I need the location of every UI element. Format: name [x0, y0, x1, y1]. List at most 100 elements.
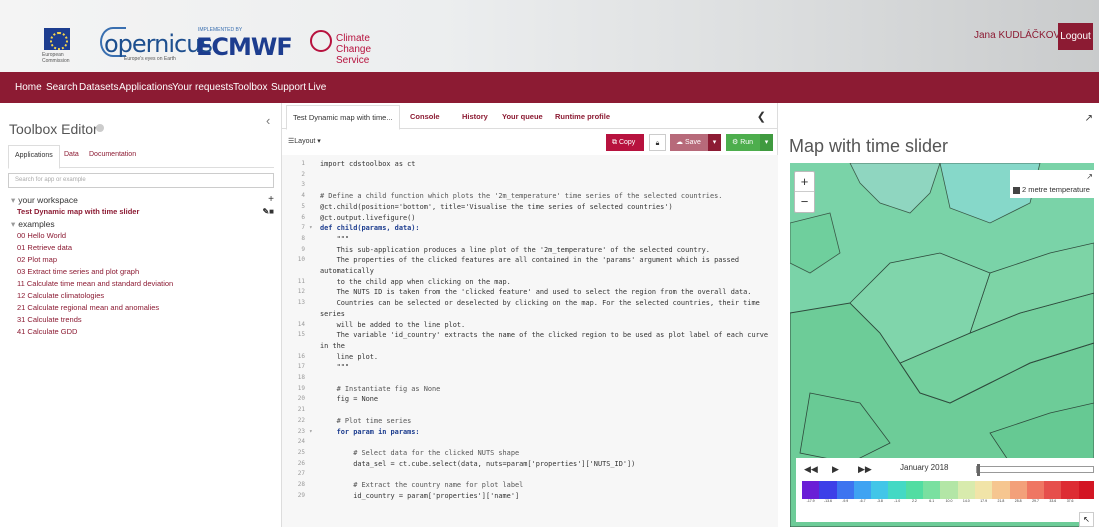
code-line[interactable]: 26 data_sel = ct.cube.select(data, nuts=… — [282, 459, 778, 470]
code-text: def child(params, data): — [320, 224, 420, 233]
example-item[interactable]: 02 Plot map — [8, 254, 274, 266]
code-line[interactable]: 8 """ — [282, 234, 778, 245]
lock-button[interactable]: 🔒︎ — [649, 134, 666, 151]
nav-applications[interactable]: Applications — [119, 82, 173, 93]
c3s-logo-icon — [310, 30, 332, 52]
code-line[interactable]: 9 This sub-application produces a line p… — [282, 245, 778, 256]
code-line[interactable]: 29 id_country = param['properties']['nam… — [282, 491, 778, 502]
copy-button[interactable]: ⧉ Copy — [606, 134, 644, 151]
code-line[interactable]: 7 ▾ def child(params, data): — [282, 223, 778, 234]
code-text: to the child app when clicking on the ma… — [320, 277, 511, 286]
code-line[interactable]: 18 — [282, 373, 778, 384]
colorbar-tick-label: -3.8 — [876, 499, 883, 503]
code-line[interactable]: 2 — [282, 170, 778, 181]
code-line[interactable]: 28 # Extract the country name for plot l… — [282, 480, 778, 491]
tab-your-queue[interactable]: Your queue — [502, 112, 543, 121]
code-line[interactable]: 10 The properties of the clicked feature… — [282, 255, 778, 266]
tab-console[interactable]: Console — [410, 112, 440, 121]
code-line[interactable]: 19 # Instantiate fig as None — [282, 384, 778, 395]
nav-support[interactable]: Support — [271, 82, 306, 93]
code-line[interactable]: 20 fig = None — [282, 394, 778, 405]
nav-toolbox[interactable]: Toolbox — [233, 82, 267, 93]
workspace-item[interactable]: Test Dynamic map with time slider ✎■ — [8, 206, 274, 218]
code-editor[interactable]: 1 import cdstoolbox as ct 2 3 4 # Define a ch… — [282, 155, 778, 527]
play-icon[interactable]: ▶ — [832, 464, 839, 475]
run-button[interactable]: ⚙ Run — [726, 134, 760, 151]
code-line[interactable]: 17 """ — [282, 362, 778, 373]
code-line[interactable]: in the — [282, 341, 778, 352]
tab-current-app[interactable]: Test Dynamic map with time... — [286, 105, 400, 130]
save-options-button[interactable]: ▾ — [708, 134, 721, 151]
example-item[interactable]: 11 Calculate time mean and standard devi… — [8, 278, 274, 290]
nav-your-requests[interactable]: Your requests — [172, 82, 233, 93]
c3s-logo-text[interactable]: Climate Change Service — [336, 33, 406, 66]
code-line[interactable]: 21 — [282, 405, 778, 416]
code-line[interactable]: automatically — [282, 266, 778, 277]
code-line[interactable]: 27 — [282, 469, 778, 480]
example-item[interactable]: 12 Calculate climatologies — [8, 290, 274, 302]
workspace-section[interactable]: ▾ your workspace + — [8, 194, 274, 206]
share-icon[interactable]: ❮ — [757, 110, 766, 123]
tab-history[interactable]: History — [462, 112, 488, 121]
code-line[interactable]: 3 — [282, 180, 778, 191]
code-line[interactable]: 14 will be added to the line plot. — [282, 320, 778, 331]
code-line[interactable]: 22 # Plot time series — [282, 416, 778, 427]
tab-applications[interactable]: Applications — [8, 145, 60, 169]
zoom-out-button[interactable]: − — [795, 192, 814, 212]
line-number: 17 — [297, 363, 305, 371]
tab-data[interactable]: Data — [64, 151, 79, 158]
collapse-map-icon[interactable]: ↖ — [1079, 512, 1094, 527]
save-button[interactable]: ☁ Save — [670, 134, 708, 151]
nav-datasets[interactable]: Datasets — [79, 82, 118, 93]
fold-icon[interactable]: ▾ — [309, 427, 313, 438]
code-line[interactable]: 5 @ct.child(position='bottom', title='Vis… — [282, 202, 778, 213]
run-options-button[interactable]: ▾ — [760, 134, 773, 151]
code-line[interactable]: 11 to the child app when clicking on the… — [282, 277, 778, 288]
nav-home[interactable]: Home — [15, 82, 42, 93]
user-name-link[interactable]: Jana KUDLÁČKOVÁ — [974, 30, 1067, 41]
expand-layers-icon[interactable]: ↗ — [1086, 172, 1093, 181]
add-app-icon[interactable]: + — [268, 194, 274, 206]
example-item[interactable]: 21 Calculate regional mean and anomalies — [8, 302, 274, 314]
fast-forward-icon[interactable]: ▶▶ — [858, 464, 872, 475]
tab-runtime-profile[interactable]: Runtime profile — [555, 112, 610, 121]
fold-icon[interactable]: ▾ — [309, 223, 313, 234]
examples-section[interactable]: ▾ examples — [8, 218, 274, 230]
tab-documentation[interactable]: Documentation — [89, 151, 136, 158]
code-line[interactable]: 25 # Select data for the clicked NUTS sh… — [282, 448, 778, 459]
code-line[interactable]: 13 Countries can be selected or deselect… — [282, 298, 778, 309]
colorbar-tick-label: 14.0 — [962, 499, 970, 503]
code-line[interactable]: 12 The NUTS ID is taken from the 'clicke… — [282, 287, 778, 298]
layer-checkbox[interactable] — [1013, 186, 1020, 194]
code-line[interactable]: 16 line plot. — [282, 352, 778, 363]
example-item[interactable]: 03 Extract time series and plot graph — [8, 266, 274, 278]
nav-search[interactable]: Search — [46, 82, 78, 93]
layout-dropdown[interactable]: ☰Layout ▾ — [288, 137, 321, 145]
code-line[interactable]: 24 — [282, 437, 778, 448]
code-line[interactable]: 4 # Define a child function which plots t… — [282, 191, 778, 202]
code-line[interactable]: 23 ▾ for param in params: — [282, 427, 778, 438]
ecmwf-logo[interactable]: ECMWF — [196, 33, 293, 61]
rewind-icon[interactable]: ◀◀ — [804, 464, 818, 475]
info-icon[interactable] — [96, 124, 104, 132]
example-item[interactable]: 01 Retrieve data — [8, 242, 274, 254]
example-item[interactable]: 00 Hello World — [8, 230, 274, 242]
edit-delete-icons[interactable]: ✎■ — [262, 206, 274, 218]
example-item[interactable]: 41 Calculate GDD — [8, 326, 274, 338]
nav-live[interactable]: Live — [308, 82, 326, 93]
zoom-in-button[interactable]: + — [795, 172, 814, 192]
code-line[interactable]: 15 The variable 'id_country' extracts th… — [282, 330, 778, 341]
app-search-input[interactable]: Search for app or example — [8, 173, 274, 188]
collapse-left-icon[interactable]: ‹ — [266, 113, 270, 128]
expand-icon[interactable]: ↗ — [1085, 113, 1093, 124]
code-line[interactable]: series — [282, 309, 778, 320]
example-item[interactable]: 31 Calculate trends — [8, 314, 274, 326]
temperature-map[interactable]: + − ↗ 2 metre temperature ◀◀ ▶ ▶▶ Januar… — [790, 163, 1094, 527]
code-line[interactable]: 6 @ct.output.livefigure() — [282, 213, 778, 224]
code-line[interactable]: 1 import cdstoolbox as ct — [282, 159, 778, 170]
colorbar-tick-label: -6.7 — [859, 499, 866, 503]
eu-logo-text: European Commission — [42, 52, 70, 64]
time-slider-handle[interactable] — [977, 464, 980, 476]
logout-button[interactable]: Logout — [1058, 23, 1093, 50]
time-slider[interactable] — [976, 464, 1094, 476]
